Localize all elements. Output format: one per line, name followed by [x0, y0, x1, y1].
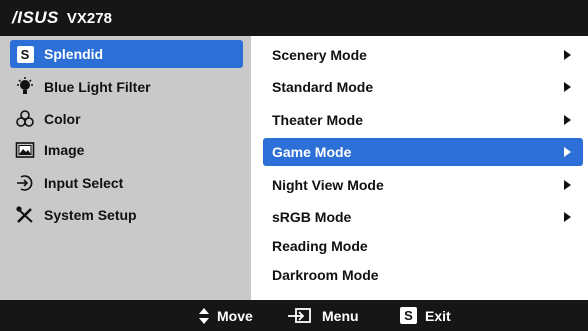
arrow-right-icon	[564, 147, 571, 157]
brand-logo: /ISUS	[12, 8, 59, 27]
title-bar: /ISUS VX278	[0, 0, 588, 36]
move-label: Move	[217, 307, 253, 324]
menu-item-label: Color	[44, 111, 81, 127]
submenu-item-label: Darkroom Mode	[272, 267, 379, 283]
splendid-s-icon: S	[14, 44, 36, 64]
menu-item-blue-light-filter[interactable]: Blue Light Filter	[10, 73, 243, 101]
menu-item-label: Splendid	[44, 46, 104, 62]
submenu-item-label: Night View Mode	[272, 177, 384, 193]
osd-menu: /ISUS VX278 S Splendid Blue Light Filter	[0, 0, 588, 331]
lightbulb-icon	[14, 77, 36, 97]
menu-item-input-select[interactable]: Input Select	[10, 169, 243, 197]
enter-icon	[286, 307, 314, 325]
menu-item-color[interactable]: Color	[10, 105, 243, 133]
submenu-panel: Scenery Mode Standard Mode Theater Mode …	[251, 36, 588, 300]
move-hint[interactable]: Move	[198, 300, 253, 331]
input-arrow-icon	[14, 173, 36, 193]
submenu-item-srgb-mode[interactable]: sRGB Mode	[263, 203, 583, 231]
menu-item-splendid[interactable]: S Splendid	[10, 40, 243, 68]
submenu-item-theater-mode[interactable]: Theater Mode	[263, 106, 583, 134]
menu-item-label: Input Select	[44, 175, 124, 191]
exit-label: Exit	[425, 307, 451, 324]
submenu-item-standard-mode[interactable]: Standard Mode	[263, 73, 583, 101]
submenu-item-game-mode[interactable]: Game Mode	[263, 138, 583, 166]
arrow-right-icon	[564, 180, 571, 190]
submenu-item-reading-mode[interactable]: Reading Mode	[263, 232, 583, 260]
menu-item-system-setup[interactable]: System Setup	[10, 201, 243, 229]
splendid-s-icon: S	[400, 307, 417, 324]
menu-label: Menu	[322, 307, 359, 324]
arrow-right-icon	[564, 115, 571, 125]
menu-hint[interactable]: Menu	[286, 300, 359, 331]
submenu-item-scenery-mode[interactable]: Scenery Mode	[263, 41, 583, 69]
submenu-item-label: Scenery Mode	[272, 47, 367, 63]
arrow-right-icon	[564, 212, 571, 222]
submenu-item-label: Reading Mode	[272, 238, 368, 254]
model-name: VX278	[66, 9, 112, 27]
submenu-item-label: sRGB Mode	[272, 209, 352, 225]
navigation-hint-bar: Move Menu S Exit	[0, 300, 588, 331]
submenu-item-night-view-mode[interactable]: Night View Mode	[263, 171, 583, 199]
menu-item-label: System Setup	[44, 207, 137, 223]
tools-icon	[14, 205, 36, 225]
submenu-item-label: Theater Mode	[272, 112, 364, 128]
menu-item-label: Image	[44, 142, 85, 158]
submenu-item-darkroom-mode[interactable]: Darkroom Mode	[263, 261, 583, 289]
submenu-item-label: Standard Mode	[272, 79, 374, 95]
image-icon	[14, 140, 36, 160]
color-circles-icon	[14, 109, 36, 129]
exit-hint[interactable]: S Exit	[400, 300, 451, 331]
submenu-item-label: Game Mode	[272, 144, 352, 160]
main-menu-panel: S Splendid Blue Light Filter Color Image…	[0, 36, 251, 300]
menu-item-label: Blue Light Filter	[44, 79, 151, 95]
up-down-arrows-icon	[198, 307, 210, 325]
arrow-right-icon	[564, 82, 571, 92]
menu-item-image[interactable]: Image	[10, 136, 243, 164]
arrow-right-icon	[564, 50, 571, 60]
